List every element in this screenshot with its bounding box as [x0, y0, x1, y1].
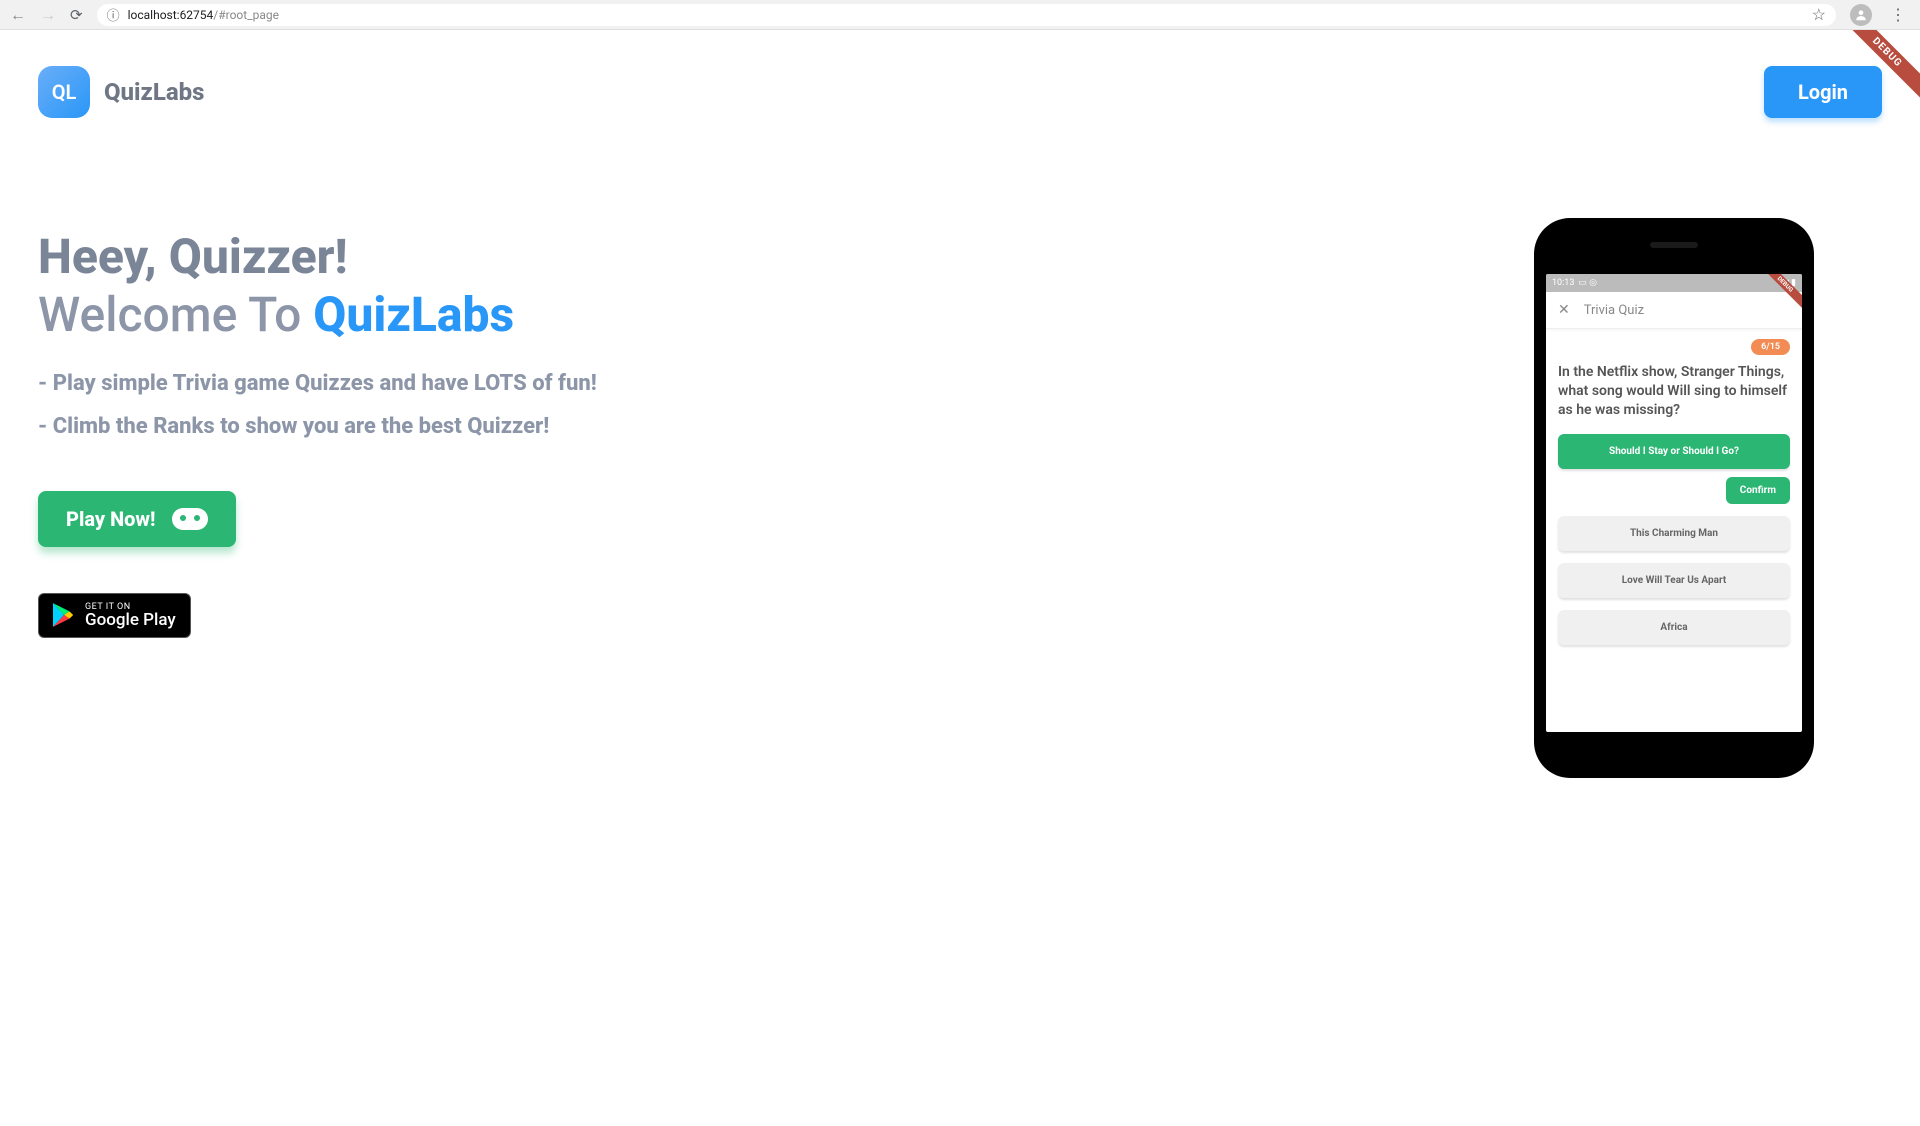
- more-menu-icon[interactable]: ⋮: [1886, 5, 1910, 24]
- app-bar-title: Trivia Quiz: [1584, 303, 1644, 318]
- phone-screen: 10:13 ▭ ◎ ◢ ▮ ✕ Trivia Quiz 6/15 In the …: [1546, 274, 1802, 732]
- hero-subheading: Welcome To QuizLabs: [38, 286, 1394, 343]
- answer-option-4[interactable]: Africa: [1558, 610, 1790, 645]
- hero-bullet-2: - Climb the Ranks to show you are the be…: [38, 414, 1394, 439]
- hero-bullet-1: - Play simple Trivia game Quizzes and ha…: [38, 371, 1394, 396]
- reload-button[interactable]: ⟳: [70, 6, 83, 24]
- forward-button[interactable]: →: [40, 5, 56, 25]
- question-counter-badge: 6/15: [1751, 339, 1790, 355]
- site-info-icon[interactable]: ⓘ: [107, 5, 120, 24]
- status-time: 10:13: [1552, 278, 1574, 288]
- google-play-badge[interactable]: GET IT ON Google Play: [38, 593, 191, 638]
- logo-icon: QL: [38, 66, 90, 118]
- address-bar[interactable]: ⓘ localhost:62754/#root_page ☆: [97, 4, 1836, 26]
- hero-heading: Heey, Quizzer!: [38, 228, 1394, 286]
- google-play-icon: [53, 603, 75, 627]
- brand-name: QuizLabs: [104, 78, 204, 106]
- gamepad-icon: [172, 508, 208, 530]
- question-text: In the Netflix show, Stranger Things, wh…: [1558, 363, 1790, 420]
- bookmark-star-icon[interactable]: ☆: [1812, 5, 1826, 24]
- phone-mockup: 10:13 ▭ ◎ ◢ ▮ ✕ Trivia Quiz 6/15 In the …: [1534, 218, 1814, 778]
- close-icon[interactable]: ✕: [1558, 302, 1570, 318]
- brand: QL QuizLabs: [38, 66, 204, 118]
- status-icons-left: ▭ ◎: [1578, 278, 1597, 288]
- back-button[interactable]: ←: [10, 5, 26, 25]
- phone-frame: 10:13 ▭ ◎ ◢ ▮ ✕ Trivia Quiz 6/15 In the …: [1534, 218, 1814, 778]
- hero: Heey, Quizzer! Welcome To QuizLabs - Pla…: [38, 218, 1394, 638]
- answer-option-1[interactable]: Should I Stay or Should I Go?: [1558, 434, 1790, 469]
- answer-option-3[interactable]: Love Will Tear Us Apart: [1558, 563, 1790, 598]
- url-path: /#root_page: [213, 8, 279, 22]
- page-content: QL QuizLabs Login Heey, Quizzer! Welcome…: [0, 30, 1920, 814]
- hero-accent: QuizLabs: [313, 286, 514, 343]
- screen-debug-ribbon: [1756, 274, 1802, 320]
- url-host: localhost:62754: [128, 8, 214, 22]
- site-header: QL QuizLabs Login: [38, 66, 1882, 118]
- account-icon[interactable]: [1850, 4, 1872, 26]
- main-section: Heey, Quizzer! Welcome To QuizLabs - Pla…: [38, 218, 1882, 778]
- gplay-large-text: Google Play: [85, 612, 176, 629]
- confirm-button[interactable]: Confirm: [1726, 477, 1790, 504]
- play-now-label: Play Now!: [66, 507, 156, 531]
- browser-toolbar: ← → ⟳ ⓘ localhost:62754/#root_page ☆ ⋮: [0, 0, 1920, 30]
- quiz-body: 6/15 In the Netflix show, Stranger Thing…: [1546, 329, 1802, 732]
- answer-option-2[interactable]: This Charming Man: [1558, 516, 1790, 551]
- play-now-button[interactable]: Play Now!: [38, 491, 236, 547]
- login-button[interactable]: Login: [1764, 66, 1882, 118]
